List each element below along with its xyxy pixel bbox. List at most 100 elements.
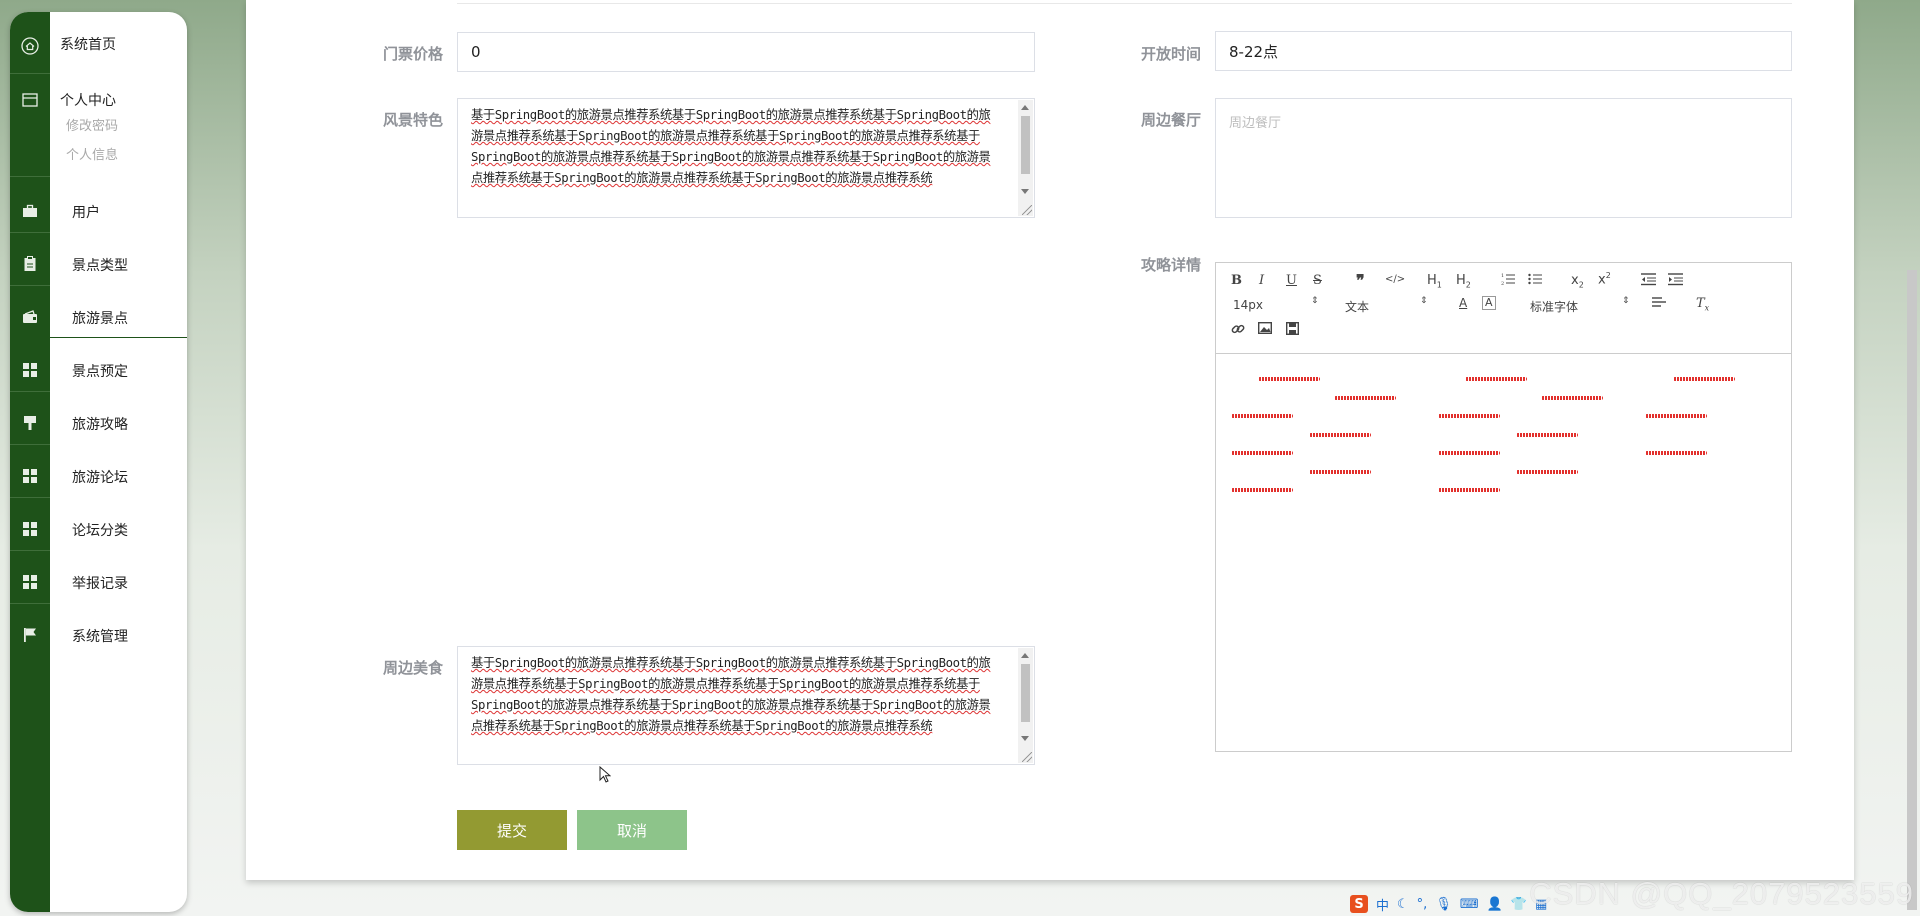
scroll-down-arrow[interactable] bbox=[1021, 189, 1029, 194]
sidebar-item-scenic-spots[interactable]: 旅游景点 bbox=[10, 291, 187, 343]
sidebar: 系统首页 个人中心 修改密码 个人信息 用户 景点类型 旅游景点 景点预定 旅游… bbox=[10, 12, 187, 912]
grid-icon bbox=[10, 556, 50, 608]
cancel-button[interactable]: 取消 bbox=[577, 810, 687, 850]
grid-icon bbox=[10, 450, 50, 502]
ime-mode-indicator[interactable]: 中 bbox=[1376, 895, 1389, 914]
shirt-icon[interactable]: 👕 bbox=[1511, 897, 1527, 912]
spellcheck-underline bbox=[1309, 470, 1371, 474]
sidebar-item-users[interactable]: 用户 bbox=[10, 185, 187, 237]
sidebar-item-booking[interactable]: 景点预定 bbox=[10, 344, 187, 396]
bold-icon[interactable]: B bbox=[1231, 273, 1242, 288]
code-block-icon[interactable]: </> bbox=[1385, 274, 1405, 285]
spellcheck-underline bbox=[1645, 414, 1707, 418]
scroll-up-arrow[interactable] bbox=[1021, 653, 1029, 658]
chevron-updown-icon[interactable]: ⇕ bbox=[1420, 296, 1428, 306]
heading1-icon[interactable]: H1 bbox=[1427, 273, 1442, 290]
editor-content[interactable] bbox=[1216, 353, 1791, 751]
sidebar-item-home[interactable]: 系统首页 bbox=[10, 20, 187, 72]
sidebar-item-reports[interactable]: 举报记录 bbox=[10, 556, 187, 608]
divider bbox=[10, 232, 50, 233]
scrollbar[interactable] bbox=[1018, 100, 1033, 216]
underline-icon[interactable]: U bbox=[1286, 273, 1297, 288]
spellcheck-underline bbox=[1673, 377, 1735, 381]
resize-handle[interactable] bbox=[1022, 205, 1032, 215]
chevron-updown-icon[interactable]: ⇕ bbox=[1311, 296, 1319, 306]
briefcase-icon bbox=[10, 185, 50, 237]
submit-button[interactable]: 提交 bbox=[457, 810, 567, 850]
superscript-icon[interactable]: x2 bbox=[1598, 271, 1611, 287]
moon-icon[interactable]: ☾ bbox=[1397, 897, 1409, 912]
bullet-list-icon[interactable] bbox=[1528, 272, 1542, 290]
align-icon[interactable] bbox=[1652, 297, 1666, 313]
sidebar-item-forum[interactable]: 旅游论坛 bbox=[10, 450, 187, 502]
heading2-icon[interactable]: H2 bbox=[1456, 273, 1471, 290]
guide-label: 攻略详情 bbox=[1141, 256, 1202, 274]
flag-icon bbox=[10, 609, 50, 661]
sidebar-item-forum-category[interactable]: 论坛分类 bbox=[10, 503, 187, 555]
outdent-icon[interactable] bbox=[1641, 272, 1656, 290]
resize-handle[interactable] bbox=[1022, 752, 1032, 762]
home-icon bbox=[10, 20, 50, 72]
microphone-icon[interactable]: 🎙 bbox=[1435, 897, 1452, 912]
divider bbox=[10, 391, 50, 392]
font-size-select[interactable]: 14px bbox=[1233, 298, 1263, 312]
font-family-select[interactable]: 标准字体 bbox=[1530, 298, 1578, 315]
background-color-icon[interactable]: A bbox=[1482, 296, 1496, 310]
spellcheck-underline bbox=[1258, 377, 1320, 381]
page-scrollbar[interactable] bbox=[1907, 270, 1917, 910]
block-format-select[interactable]: 文本 bbox=[1345, 298, 1369, 315]
spellcheck-underline bbox=[1645, 451, 1707, 455]
scroll-up-arrow[interactable] bbox=[1021, 105, 1029, 110]
ime-logo-icon[interactable]: S bbox=[1350, 895, 1368, 913]
sidebar-item-scenic-type[interactable]: 景点类型 bbox=[10, 238, 187, 290]
food-textarea[interactable]: 基于SpringBoot的旅游景点推荐系统基于SpringBoot的旅游景点推荐… bbox=[457, 646, 1035, 765]
wallet-icon bbox=[10, 291, 50, 343]
divider bbox=[10, 444, 50, 445]
blockquote-icon[interactable]: ❞ bbox=[1356, 271, 1365, 290]
spellcheck-underline bbox=[1309, 433, 1371, 437]
restaurant-textarea[interactable]: 周边餐厅 bbox=[1215, 98, 1792, 218]
sidebar-item-label: 旅游论坛 bbox=[72, 470, 128, 486]
font-color-icon[interactable]: A bbox=[1459, 296, 1467, 310]
sidebar-item-label: 论坛分类 bbox=[72, 523, 128, 539]
svg-text:1: 1 bbox=[1501, 273, 1504, 279]
punctuation-icon[interactable]: °, bbox=[1417, 897, 1428, 912]
sidebar-subitem-profile[interactable]: 个人信息 bbox=[66, 144, 118, 163]
sidebar-item-system[interactable]: 系统管理 bbox=[10, 609, 187, 661]
italic-icon[interactable]: I bbox=[1259, 273, 1264, 288]
video-icon[interactable] bbox=[1285, 321, 1300, 339]
spellcheck-underline bbox=[1438, 488, 1500, 492]
sidebar-item-label: 旅游景点 bbox=[72, 311, 128, 327]
subscript-icon[interactable]: x2 bbox=[1571, 273, 1584, 290]
divider bbox=[10, 497, 50, 498]
open-time-label: 开放时间 bbox=[1141, 45, 1202, 63]
user-icon[interactable]: 👤 bbox=[1487, 897, 1503, 912]
divider bbox=[10, 603, 50, 604]
spellcheck-underline bbox=[1541, 396, 1603, 400]
clipboard-icon bbox=[10, 238, 50, 290]
clear-format-icon[interactable]: Tx bbox=[1696, 296, 1709, 313]
sidebar-subitem-change-password[interactable]: 修改密码 bbox=[66, 115, 118, 134]
scenery-textarea[interactable]: 基于SpringBoot的旅游景点推荐系统基于SpringBoot的旅游景点推荐… bbox=[457, 98, 1035, 218]
keyboard-icon[interactable]: ⌨ bbox=[1460, 897, 1479, 912]
scroll-thumb[interactable] bbox=[1021, 664, 1030, 722]
indent-icon[interactable] bbox=[1668, 272, 1683, 290]
scenery-label: 风景特色 bbox=[383, 111, 444, 129]
scroll-down-arrow[interactable] bbox=[1021, 736, 1029, 741]
link-icon[interactable] bbox=[1231, 322, 1245, 340]
food-label: 周边美食 bbox=[383, 659, 444, 677]
sidebar-item-label: 旅游攻略 bbox=[72, 417, 128, 433]
chevron-updown-icon[interactable]: ⇕ bbox=[1622, 296, 1630, 306]
ordered-list-icon[interactable]: 12 bbox=[1501, 272, 1515, 290]
sidebar-item-travel-guides[interactable]: 旅游攻略 bbox=[10, 397, 187, 449]
image-icon[interactable] bbox=[1257, 321, 1273, 338]
spellcheck-underline bbox=[1516, 433, 1578, 437]
spellcheck-underline bbox=[1231, 451, 1293, 455]
open-time-input[interactable]: 8-22点 bbox=[1215, 31, 1792, 71]
scroll-thumb[interactable] bbox=[1021, 116, 1030, 174]
scrollbar[interactable] bbox=[1018, 648, 1033, 763]
active-underline bbox=[50, 337, 187, 338]
strikethrough-icon[interactable]: S bbox=[1313, 273, 1322, 288]
price-input[interactable]: 0 bbox=[457, 32, 1035, 72]
rich-text-editor[interactable]: B I U S ❞ </> H1 H2 12 x2 x2 14px ⇕ 文本 ⇕… bbox=[1215, 262, 1792, 752]
